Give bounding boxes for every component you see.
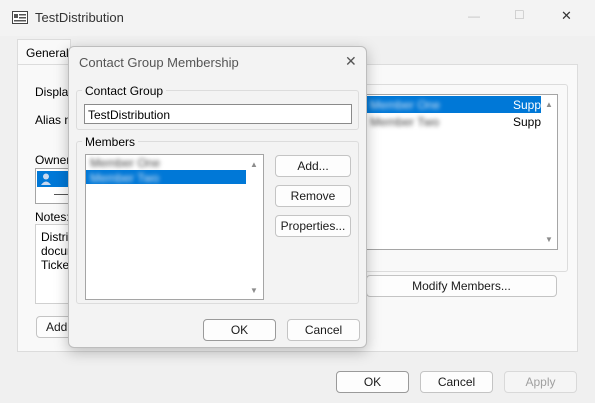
cancel-button[interactable]: Cancel bbox=[420, 371, 493, 393]
apply-button-label: Apply bbox=[525, 375, 556, 389]
minimize-icon[interactable]: — bbox=[468, 9, 480, 23]
dialog-members-label: Members bbox=[82, 135, 139, 149]
dialog-title: Contact Group Membership bbox=[79, 55, 239, 70]
dialog-members-list[interactable]: Member One Member Two ▲ ▼ bbox=[85, 154, 264, 300]
list-item[interactable]: Member One bbox=[86, 155, 246, 170]
close-icon[interactable]: ✕ bbox=[561, 8, 572, 24]
cancel-button-label: Cancel bbox=[437, 375, 476, 389]
member-company: Supp bbox=[513, 98, 542, 112]
tab-general-label: General bbox=[26, 46, 69, 60]
alias-label: Alias n bbox=[35, 113, 72, 127]
add-owner-button-label: Add bbox=[46, 320, 68, 334]
members-row[interactable]: Member Two Supp bbox=[366, 113, 541, 130]
dialog-ok-button-label: OK bbox=[230, 323, 249, 337]
dialog-add-button[interactable]: Add... bbox=[275, 155, 351, 177]
owner-label: Owner bbox=[35, 153, 71, 167]
dialog-properties-button[interactable]: Properties... bbox=[275, 215, 351, 237]
contact-group-field[interactable]: TestDistribution bbox=[84, 104, 352, 124]
dialog-remove-button-label: Remove bbox=[290, 189, 336, 203]
member-name: Member Two bbox=[370, 115, 440, 129]
dialog-close-icon[interactable]: ✕ bbox=[345, 53, 357, 70]
scroll-down-icon[interactable]: ▼ bbox=[250, 287, 258, 295]
list-item-name: Member Two bbox=[90, 171, 160, 185]
dialog-cancel-button[interactable]: Cancel bbox=[287, 319, 360, 341]
member-name: Member One bbox=[370, 98, 441, 112]
window-title: TestDistribution bbox=[35, 10, 124, 25]
dialog-add-button-label: Add... bbox=[297, 159, 329, 173]
notes-label: Notes: bbox=[35, 210, 70, 224]
apply-button[interactable]: Apply bbox=[504, 371, 577, 393]
scroll-down-icon[interactable]: ▼ bbox=[545, 236, 553, 244]
person-icon bbox=[41, 173, 51, 185]
dialog-properties-button-label: Properties... bbox=[280, 219, 346, 233]
dialog-ok-button[interactable]: OK bbox=[203, 319, 276, 341]
contact-group-label: Contact Group bbox=[82, 84, 167, 98]
contact-group-value: TestDistribution bbox=[88, 108, 171, 122]
modify-members-button[interactable]: Modify Members... bbox=[366, 275, 557, 297]
dialog-cancel-button-label: Cancel bbox=[304, 323, 343, 337]
contact-card-icon bbox=[12, 11, 28, 24]
scroll-up-icon[interactable]: ▲ bbox=[545, 101, 553, 109]
members-row-selected[interactable]: Member One Supp bbox=[366, 96, 541, 113]
contact-group-dialog: Contact Group Membership ✕ Contact Group… bbox=[68, 46, 367, 348]
member-company: Supp bbox=[513, 115, 542, 129]
scroll-up-icon[interactable]: ▲ bbox=[250, 161, 258, 169]
tab-general[interactable]: General bbox=[17, 39, 71, 65]
list-item-selected[interactable]: Member Two bbox=[86, 170, 246, 185]
list-item-name: Member One bbox=[90, 156, 161, 170]
members-list[interactable]: Member One Supp Member Two Supp ▲ ▼ bbox=[365, 94, 558, 250]
modify-members-button-label: Modify Members... bbox=[412, 279, 511, 293]
dialog-remove-button[interactable]: Remove bbox=[275, 185, 351, 207]
window-titlebar: TestDistribution — ☐ ✕ bbox=[0, 0, 595, 36]
maximize-icon[interactable]: ☐ bbox=[514, 8, 525, 22]
notes-line-2: docur bbox=[41, 244, 72, 258]
ok-button-label: OK bbox=[363, 375, 382, 389]
ok-button[interactable]: OK bbox=[336, 371, 409, 393]
